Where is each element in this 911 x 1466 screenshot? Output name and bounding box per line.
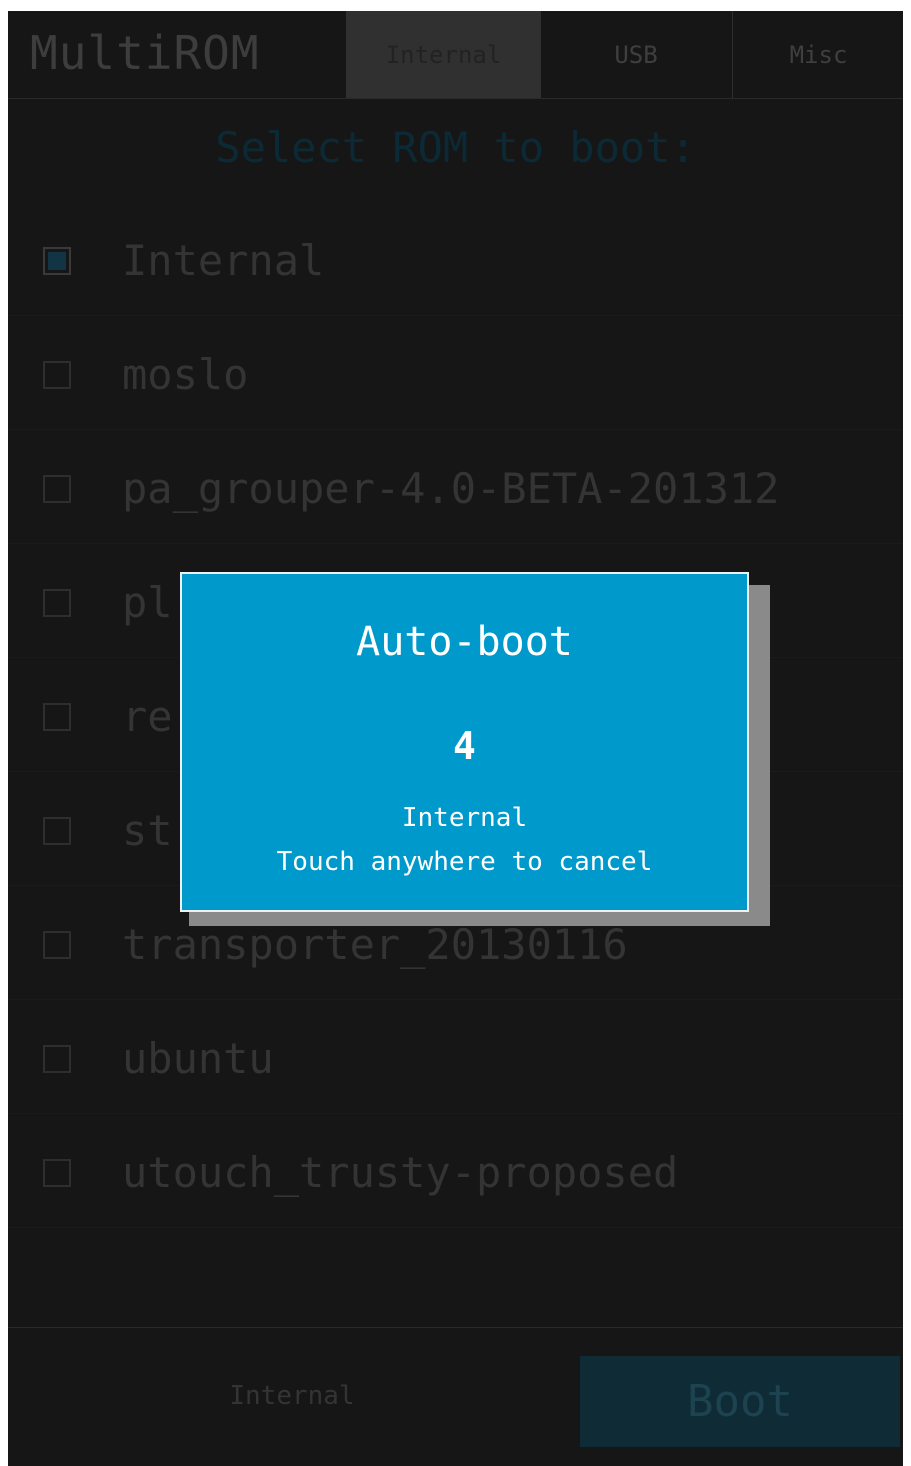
- countdown-value: 4: [453, 724, 476, 768]
- rom-item-ubuntu[interactable]: ubuntu: [8, 999, 903, 1114]
- cancel-hint: Touch anywhere to cancel: [276, 847, 653, 877]
- footer-bar: Internal Boot: [8, 1327, 903, 1466]
- rom-label: utouch_trusty-proposed: [122, 1148, 679, 1197]
- rom-label: pa_grouper-4.0-BETA-201312: [122, 464, 780, 513]
- rom-checkbox[interactable]: [43, 589, 71, 617]
- rom-label: moslo: [122, 350, 249, 399]
- dialog-title: Auto-boot: [356, 619, 573, 665]
- list-heading: Select ROM to boot:: [215, 123, 696, 172]
- rom-item-pa-grouper[interactable]: pa_grouper-4.0-BETA-201312: [8, 429, 903, 544]
- rom-label: re: [122, 692, 173, 741]
- rom-label: pl: [122, 578, 173, 627]
- boot-button[interactable]: Boot: [580, 1356, 900, 1447]
- rom-checkbox[interactable]: [43, 703, 71, 731]
- rom-item-moslo[interactable]: moslo: [8, 315, 903, 430]
- header-bar: MultiROM Internal USB Misc: [8, 11, 903, 99]
- rom-item-internal[interactable]: Internal: [8, 201, 903, 316]
- dialog-rom-name: Internal: [401, 803, 528, 833]
- tab-usb[interactable]: USB: [541, 11, 731, 98]
- rom-label: Internal: [122, 236, 325, 285]
- rom-checkbox[interactable]: [43, 1045, 71, 1073]
- rom-checkbox[interactable]: [43, 361, 71, 389]
- auto-boot-dialog[interactable]: Auto-boot 4 Internal Touch anywhere to c…: [180, 572, 749, 912]
- rom-checkbox[interactable]: [43, 931, 71, 959]
- rom-checkbox[interactable]: [43, 1159, 71, 1187]
- rom-checkbox[interactable]: [43, 817, 71, 845]
- rom-checkbox[interactable]: [43, 475, 71, 503]
- rom-label: ubuntu: [122, 1034, 274, 1083]
- rom-item-utouch[interactable]: utouch_trusty-proposed: [8, 1113, 903, 1228]
- rom-label: transporter_20130116: [122, 920, 628, 969]
- app-title: MultiROM: [30, 26, 260, 80]
- selected-rom-label: Internal: [229, 1381, 355, 1411]
- rom-checkbox[interactable]: [43, 247, 71, 275]
- rom-label: st: [122, 806, 173, 855]
- multirom-screen: MultiROM Internal USB Misc Select ROM to…: [8, 11, 903, 1466]
- tab-internal[interactable]: Internal: [346, 11, 541, 98]
- tab-misc[interactable]: Misc: [732, 11, 903, 98]
